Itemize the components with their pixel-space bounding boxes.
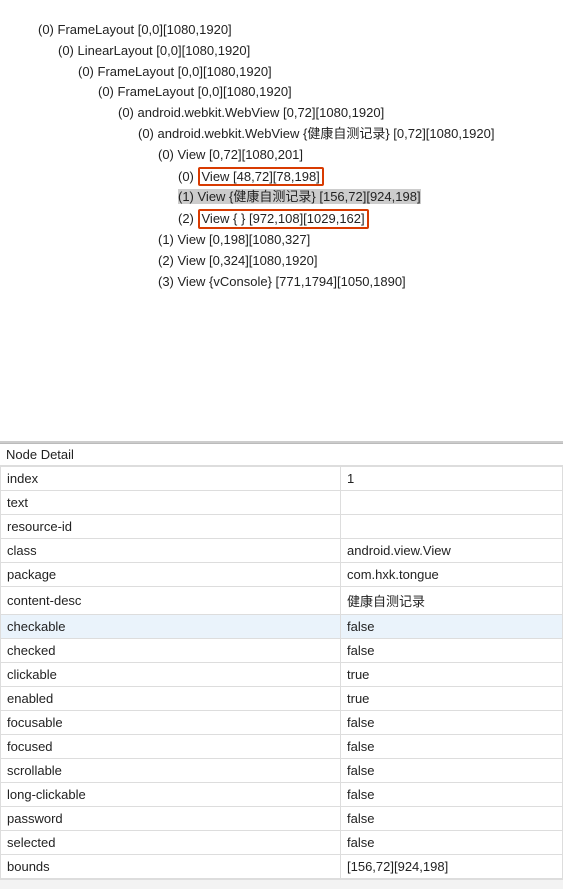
tree-node[interactable]: (0) FrameLayout [0,0][1080,1920] [78, 64, 272, 79]
tree-node-highlighted[interactable]: View { } [972,108][1029,162] [198, 209, 369, 229]
detail-key: checked [1, 639, 341, 663]
tree-node[interactable]: (0) android.webkit.WebView [0,72][1080,1… [118, 105, 384, 120]
detail-row[interactable]: resource-id [1, 515, 563, 539]
detail-row[interactable]: checkablefalse [1, 615, 563, 639]
detail-row[interactable]: packagecom.hxk.tongue [1, 563, 563, 587]
detail-key: enabled [1, 687, 341, 711]
detail-key: selected [1, 831, 341, 855]
tree-node-highlighted[interactable]: View [48,72][78,198] [198, 167, 324, 187]
detail-value: false [341, 615, 563, 639]
detail-row[interactable]: index1 [1, 467, 563, 491]
detail-row[interactable]: long-clickablefalse [1, 783, 563, 807]
detail-value: false [341, 711, 563, 735]
detail-key: index [1, 467, 341, 491]
detail-value: true [341, 687, 563, 711]
detail-row[interactable]: scrollablefalse [1, 759, 563, 783]
detail-value [341, 515, 563, 539]
tree-pane[interactable]: (0) FrameLayout [0,0][1080,1920] (0) Lin… [0, 0, 563, 440]
detail-value: [156,72][924,198] [341, 855, 563, 879]
detail-row[interactable]: enabledtrue [1, 687, 563, 711]
detail-value: false [341, 783, 563, 807]
detail-key: focused [1, 735, 341, 759]
detail-value: 健康自测记录 [341, 587, 563, 615]
detail-row[interactable]: clickabletrue [1, 663, 563, 687]
tree-node-index: (2) [178, 211, 198, 226]
detail-key: content-desc [1, 587, 341, 615]
tree-node[interactable]: (0) LinearLayout [0,0][1080,1920] [58, 43, 250, 58]
detail-row[interactable]: bounds[156,72][924,198] [1, 855, 563, 879]
detail-row[interactable]: classandroid.view.View [1, 539, 563, 563]
ui-tree: (0) FrameLayout [0,0][1080,1920] (0) Lin… [8, 20, 555, 292]
detail-value [341, 491, 563, 515]
detail-value: false [341, 639, 563, 663]
tree-node-index: (0) [178, 169, 198, 184]
detail-row[interactable]: checkedfalse [1, 639, 563, 663]
detail-value: false [341, 759, 563, 783]
detail-value: false [341, 807, 563, 831]
detail-row[interactable]: focusedfalse [1, 735, 563, 759]
tree-node[interactable]: (0) FrameLayout [0,0][1080,1920] [98, 84, 292, 99]
detail-row[interactable]: selectedfalse [1, 831, 563, 855]
detail-row[interactable]: passwordfalse [1, 807, 563, 831]
detail-value: true [341, 663, 563, 687]
tree-node[interactable]: (0) android.webkit.WebView {健康自测记录} [0,7… [138, 126, 495, 141]
detail-key: scrollable [1, 759, 341, 783]
detail-key: password [1, 807, 341, 831]
detail-key: long-clickable [1, 783, 341, 807]
detail-value: com.hxk.tongue [341, 563, 563, 587]
tree-node[interactable]: (1) View [0,198][1080,327] [158, 232, 310, 247]
detail-key: class [1, 539, 341, 563]
tree-node[interactable]: (0) View [0,72][1080,201] [158, 147, 303, 162]
detail-key: package [1, 563, 341, 587]
detail-key: clickable [1, 663, 341, 687]
detail-row[interactable]: content-desc健康自测记录 [1, 587, 563, 615]
detail-key: resource-id [1, 515, 341, 539]
detail-value: android.view.View [341, 539, 563, 563]
detail-key: focusable [1, 711, 341, 735]
tree-node[interactable]: (0) FrameLayout [0,0][1080,1920] [38, 22, 232, 37]
detail-value: false [341, 831, 563, 855]
tree-node-selected[interactable]: (1) View {健康自测记录} [156,72][924,198] [178, 189, 421, 204]
detail-key: checkable [1, 615, 341, 639]
node-detail-table: index1textresource-idclassandroid.view.V… [0, 466, 563, 879]
detail-key: bounds [1, 855, 341, 879]
detail-value: false [341, 735, 563, 759]
node-detail-header: Node Detail [0, 443, 563, 466]
tree-node[interactable]: (2) View [0,324][1080,1920] [158, 253, 318, 268]
tree-node[interactable]: (3) View {vConsole} [771,1794][1050,1890… [158, 274, 406, 289]
detail-row[interactable]: text [1, 491, 563, 515]
detail-row[interactable]: focusablefalse [1, 711, 563, 735]
horizontal-scrollbar[interactable] [0, 879, 563, 889]
detail-key: text [1, 491, 341, 515]
detail-value: 1 [341, 467, 563, 491]
